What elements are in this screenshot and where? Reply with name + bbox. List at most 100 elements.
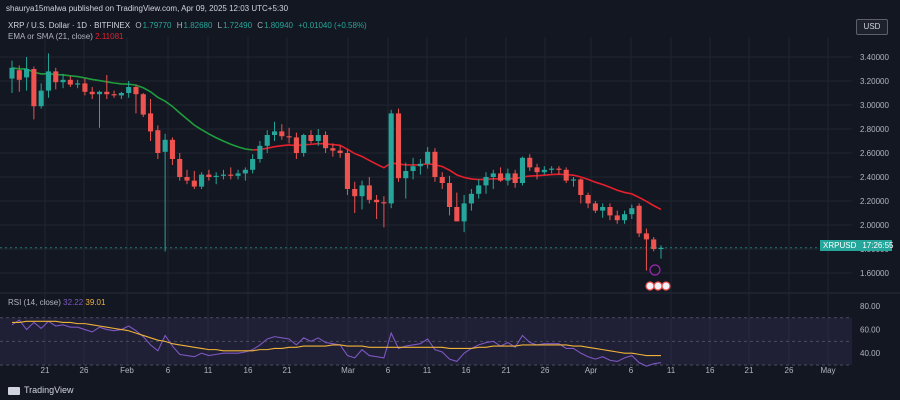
candle-body xyxy=(643,233,649,240)
candle-body xyxy=(512,173,518,183)
time-tick-label: Mar xyxy=(341,366,355,375)
candle-body xyxy=(147,113,154,132)
price-chart[interactable]: 3.40000 3.20000 3.00000 2.80000 2.60000 2.400… xyxy=(0,0,900,400)
candle-body xyxy=(541,169,547,173)
rsi-tick-label: 80.00 xyxy=(860,302,881,311)
tradingview-logo[interactable]: TradingView xyxy=(8,385,74,395)
candle-body xyxy=(651,239,657,249)
candle-body xyxy=(250,159,256,170)
candle-body xyxy=(111,94,117,96)
candle-body xyxy=(126,87,132,93)
candle-body xyxy=(337,150,343,153)
time-tick-label: 16 xyxy=(244,366,253,375)
candle-body xyxy=(344,153,350,189)
time-tick-label: 6 xyxy=(166,366,171,375)
candle-body xyxy=(381,202,387,204)
candle-body xyxy=(24,69,30,78)
candle-body xyxy=(89,91,95,95)
candle-body xyxy=(206,174,212,177)
candle-body xyxy=(16,70,22,80)
rsi-tick-label: 40.00 xyxy=(860,349,881,358)
candle-body xyxy=(410,166,416,171)
candle-body xyxy=(96,91,103,95)
time-tick-label: 6 xyxy=(629,366,634,375)
candle-body xyxy=(417,163,423,167)
candle-body xyxy=(235,173,241,176)
candle-body xyxy=(374,199,380,203)
time-tick-label: 21 xyxy=(745,366,754,375)
tradingview-logo-icon xyxy=(8,386,20,395)
candle-body xyxy=(45,71,52,91)
candle-body xyxy=(242,169,248,174)
price-tag-time: 17:26:55 xyxy=(862,241,894,250)
candle-body xyxy=(279,131,285,137)
time-tick-label: 21 xyxy=(283,366,292,375)
candle-body xyxy=(104,91,110,95)
candle-body xyxy=(82,83,88,92)
candle-body xyxy=(388,113,394,204)
rsi-tick-label: 60.00 xyxy=(860,326,881,335)
candle-body xyxy=(264,135,270,146)
candle-body xyxy=(301,135,307,153)
current-price-tag: XRPUSD 17:26:55 xyxy=(820,240,894,251)
time-tick-label: Feb xyxy=(120,366,134,375)
candle-body xyxy=(425,151,431,164)
time-tick-label: 16 xyxy=(462,366,471,375)
candle-body xyxy=(432,151,438,177)
time-tick-label: 11 xyxy=(423,366,432,375)
candle-body xyxy=(323,135,329,149)
candle-body xyxy=(155,130,161,153)
tradingview-logo-text: TradingView xyxy=(24,385,74,395)
price-tick-label: 3.00000 xyxy=(860,101,889,110)
price-tick-label: 3.40000 xyxy=(860,53,889,62)
candle-body xyxy=(498,173,504,181)
candle-body xyxy=(483,177,489,186)
candle-body xyxy=(220,174,227,176)
time-tick-label: May xyxy=(820,366,835,375)
rsi-legend[interactable]: RSI (14, close) 32.22 39.01 xyxy=(8,298,105,307)
candle-body xyxy=(636,205,642,234)
price-tick-label: 3.20000 xyxy=(860,77,889,86)
candle-body xyxy=(352,189,358,197)
price-tag-symbol: XRPUSD xyxy=(823,241,857,250)
time-tick-label: 21 xyxy=(502,366,511,375)
candle-body xyxy=(359,185,365,197)
candle-body xyxy=(308,135,314,141)
candle-body xyxy=(199,174,205,187)
candle-body xyxy=(461,203,467,222)
time-tick-label: 26 xyxy=(785,366,794,375)
candle-body xyxy=(403,171,409,179)
candle-body xyxy=(490,173,496,177)
time-tick-label: 11 xyxy=(204,366,213,375)
candle-body xyxy=(60,79,66,83)
candle-body xyxy=(118,93,124,96)
candle-body xyxy=(177,159,183,177)
candle-body xyxy=(446,183,453,207)
price-tick-label: 2.40000 xyxy=(860,173,889,182)
time-tick-label: 11 xyxy=(667,366,676,375)
candle-body xyxy=(527,157,533,168)
candle-body xyxy=(53,71,59,83)
candle-body xyxy=(629,208,635,215)
time-tick-label: Apr xyxy=(585,366,598,375)
candle-body xyxy=(31,69,37,107)
rsi-value-2: 39.01 xyxy=(85,298,106,307)
candle-body xyxy=(578,179,584,195)
candle-body xyxy=(286,136,292,138)
candle-body xyxy=(468,193,474,204)
candle-body xyxy=(607,207,613,216)
candle-body xyxy=(257,145,263,159)
event-marker-icon xyxy=(653,281,663,291)
candle-body xyxy=(476,185,482,194)
time-tick-label: 16 xyxy=(706,366,715,375)
candle-body xyxy=(395,113,402,179)
candle-body xyxy=(600,207,606,211)
candle-body xyxy=(366,185,372,200)
candle-body xyxy=(439,177,445,183)
candle-body xyxy=(162,139,168,152)
candle-body xyxy=(570,179,577,181)
candle-body xyxy=(585,195,591,204)
candle-body xyxy=(184,177,190,181)
time-tick-label: 21 xyxy=(41,366,50,375)
candle-body xyxy=(67,79,73,85)
